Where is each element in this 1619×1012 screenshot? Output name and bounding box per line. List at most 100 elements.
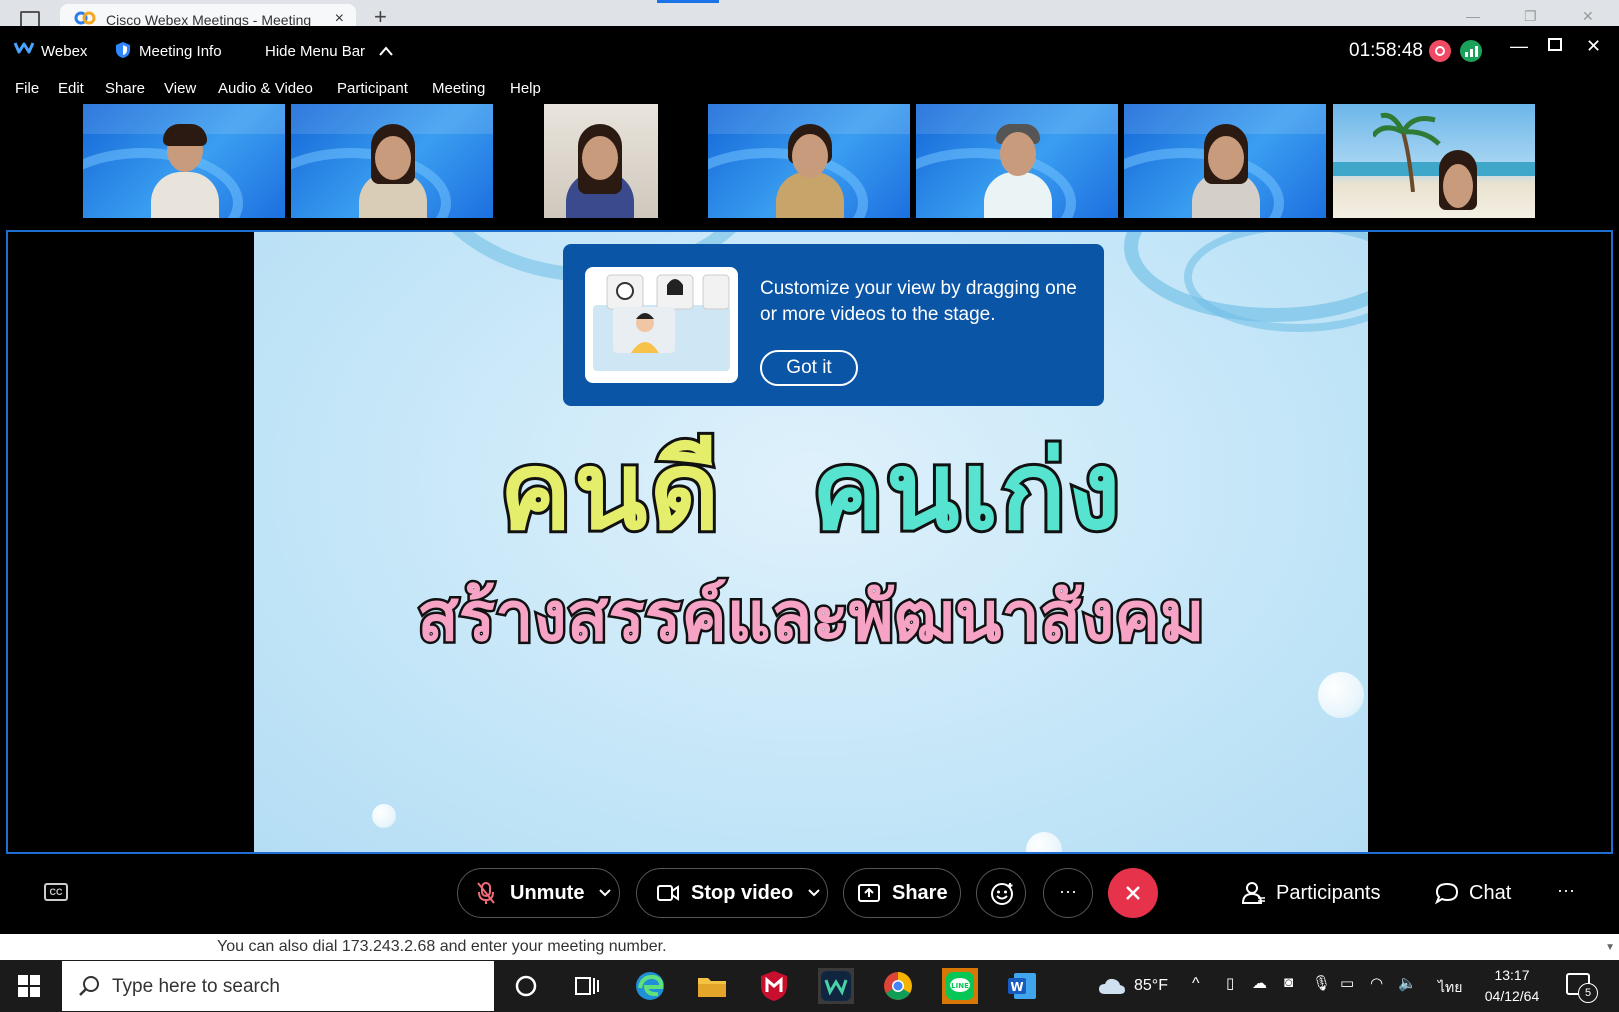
- browser-minimize-icon[interactable]: —: [1466, 8, 1480, 24]
- customize-view-tooltip: Customize your view by dragging one or m…: [563, 244, 1104, 406]
- chevron-up-icon[interactable]: [378, 45, 394, 57]
- participant-video-tile[interactable]: [708, 104, 910, 218]
- participants-icon: [1242, 882, 1265, 904]
- show-hidden-icons-chevron-icon[interactable]: ^: [1192, 975, 1200, 993]
- mcafee-shield-icon[interactable]: [756, 968, 792, 1004]
- webex-taskbar-icon[interactable]: [818, 968, 854, 1004]
- reactions-button[interactable]: [976, 868, 1026, 918]
- notification-center-icon[interactable]: 5: [1566, 973, 1598, 1003]
- participant-video-tile[interactable]: [1124, 104, 1326, 218]
- menu-file[interactable]: File: [15, 80, 39, 97]
- minimize-icon[interactable]: —: [1510, 36, 1528, 57]
- menu-meeting[interactable]: Meeting: [432, 80, 485, 97]
- chrome-icon[interactable]: [880, 968, 916, 1004]
- search-icon: [79, 976, 99, 996]
- clock-date: 04/12/64: [1484, 988, 1540, 1004]
- hide-menu-bar-button[interactable]: Hide Menu Bar: [265, 43, 365, 60]
- browser-tab[interactable]: Cisco Webex Meetings - Meeting ×: [60, 4, 356, 28]
- input-language[interactable]: ไทย: [1438, 977, 1462, 999]
- browser-restore-icon[interactable]: ❐: [1524, 8, 1537, 25]
- got-it-button[interactable]: Got it: [760, 350, 858, 386]
- onedrive-warning-icon[interactable]: ☁: [1252, 974, 1267, 992]
- taskbar-search-input[interactable]: Type here to search: [62, 961, 494, 1011]
- overflow-menu-icon[interactable]: ···: [1557, 880, 1575, 901]
- battery-icon[interactable]: ▭: [1340, 974, 1354, 992]
- ellipsis-icon: ···: [1059, 881, 1077, 901]
- maximize-icon[interactable]: [1548, 38, 1562, 51]
- menu-view[interactable]: View: [164, 80, 196, 97]
- close-icon: [1126, 886, 1140, 900]
- menu-share[interactable]: Share: [105, 80, 145, 97]
- unmute-label: Unmute: [510, 881, 585, 904]
- participants-label: Participants: [1276, 881, 1381, 904]
- meeting-control-bar: CC Unmute Stop video Share ··· Participa…: [0, 856, 1619, 934]
- emoji-reaction-icon: [991, 883, 1013, 905]
- scroll-down-icon[interactable]: ▼: [1605, 942, 1615, 953]
- taskbar-clock[interactable]: 13:17 04/12/64: [1482, 965, 1542, 1007]
- muted-microphone-icon: [477, 882, 495, 904]
- app-name: Webex: [41, 43, 88, 60]
- leave-meeting-button[interactable]: [1108, 868, 1158, 918]
- line-app-icon[interactable]: LINE: [942, 968, 978, 1004]
- browser-close-icon[interactable]: ✕: [1582, 8, 1594, 25]
- notification-count-badge: 5: [1578, 983, 1598, 1003]
- network-health-icon[interactable]: [1460, 40, 1482, 62]
- slide-headline: คนดี คนเก่ง: [254, 404, 1368, 576]
- weather-cloud-icon[interactable]: [1098, 976, 1126, 996]
- word-icon[interactable]: W: [1004, 968, 1040, 1004]
- shield-icon: [116, 42, 130, 58]
- browser-tab-strip: Cisco Webex Meetings - Meeting × + — ❐ ✕: [0, 0, 1619, 29]
- windows-taskbar: Type here to search LINE W 85°F ^ ▯ ☁ ◙ …: [0, 960, 1619, 1012]
- drag-videos-illustration-icon: [593, 274, 730, 371]
- meeting-info-button[interactable]: Meeting Info: [139, 43, 222, 60]
- weather-temperature[interactable]: 85°F: [1134, 977, 1168, 995]
- participant-video-tile[interactable]: [291, 104, 493, 218]
- meeting-timer: 01:58:48: [1349, 40, 1423, 61]
- slide-subheadline: สร้างสรรค์และพัฒนาสังคม: [415, 576, 1207, 660]
- unmute-button[interactable]: Unmute: [457, 868, 620, 918]
- participant-video-tile[interactable]: [1333, 104, 1535, 218]
- microphone-in-use-icon[interactable]: 🎙: [1312, 974, 1331, 992]
- dial-info-strip: You can also dial 173.243.2.68 and enter…: [0, 934, 1619, 960]
- tooltip-illustration: [585, 267, 738, 383]
- participant-video-tile[interactable]: [500, 104, 702, 218]
- menu-help[interactable]: Help: [510, 80, 541, 97]
- menu-audio-video[interactable]: Audio & Video: [218, 80, 313, 97]
- stop-video-button[interactable]: Stop video: [636, 868, 828, 918]
- recording-indicator-icon[interactable]: [1429, 40, 1451, 62]
- wifi-icon[interactable]: ◠: [1370, 974, 1383, 992]
- chat-button[interactable]: Chat: [1435, 868, 1511, 918]
- chevron-down-icon[interactable]: [807, 888, 821, 898]
- svg-text:W: W: [1010, 980, 1023, 994]
- search-placeholder: Type here to search: [112, 976, 280, 997]
- slide-word-good: คนดี: [496, 426, 722, 557]
- tab-actions-icon[interactable]: [20, 11, 40, 26]
- participants-button[interactable]: Participants: [1242, 868, 1381, 918]
- close-window-icon[interactable]: ✕: [1586, 36, 1601, 57]
- chat-label: Chat: [1469, 881, 1512, 904]
- camera-in-use-icon[interactable]: ◙: [1284, 974, 1293, 991]
- task-view-icon[interactable]: [568, 968, 604, 1004]
- edge-browser-icon[interactable]: [632, 968, 668, 1004]
- slide-word-smart: คนเก่ง: [809, 426, 1124, 557]
- menu-participant[interactable]: Participant: [337, 80, 408, 97]
- chevron-down-icon[interactable]: [598, 888, 612, 898]
- video-camera-icon: [657, 885, 679, 901]
- menu-bar: File Edit Share View Audio & Video Parti…: [0, 76, 1619, 102]
- participant-video-tile[interactable]: [916, 104, 1118, 218]
- svg-text:LINE: LINE: [951, 982, 969, 990]
- browser-accent-bar: [657, 0, 719, 3]
- file-explorer-icon[interactable]: [694, 968, 730, 1004]
- cortana-icon[interactable]: [508, 968, 544, 1004]
- share-button[interactable]: Share: [843, 868, 961, 918]
- volume-icon[interactable]: 🔈: [1398, 974, 1417, 992]
- share-label: Share: [892, 881, 948, 904]
- closed-captions-button[interactable]: CC: [44, 883, 68, 901]
- share-screen-icon: [858, 884, 880, 902]
- participant-video-tile[interactable]: [83, 104, 285, 218]
- menu-edit[interactable]: Edit: [58, 80, 84, 97]
- dial-in-info: You can also dial 173.243.2.68 and enter…: [217, 938, 667, 955]
- windows-start-icon[interactable]: [18, 975, 40, 997]
- usb-device-icon[interactable]: ▯: [1226, 974, 1234, 992]
- more-options-button[interactable]: ···: [1043, 868, 1093, 918]
